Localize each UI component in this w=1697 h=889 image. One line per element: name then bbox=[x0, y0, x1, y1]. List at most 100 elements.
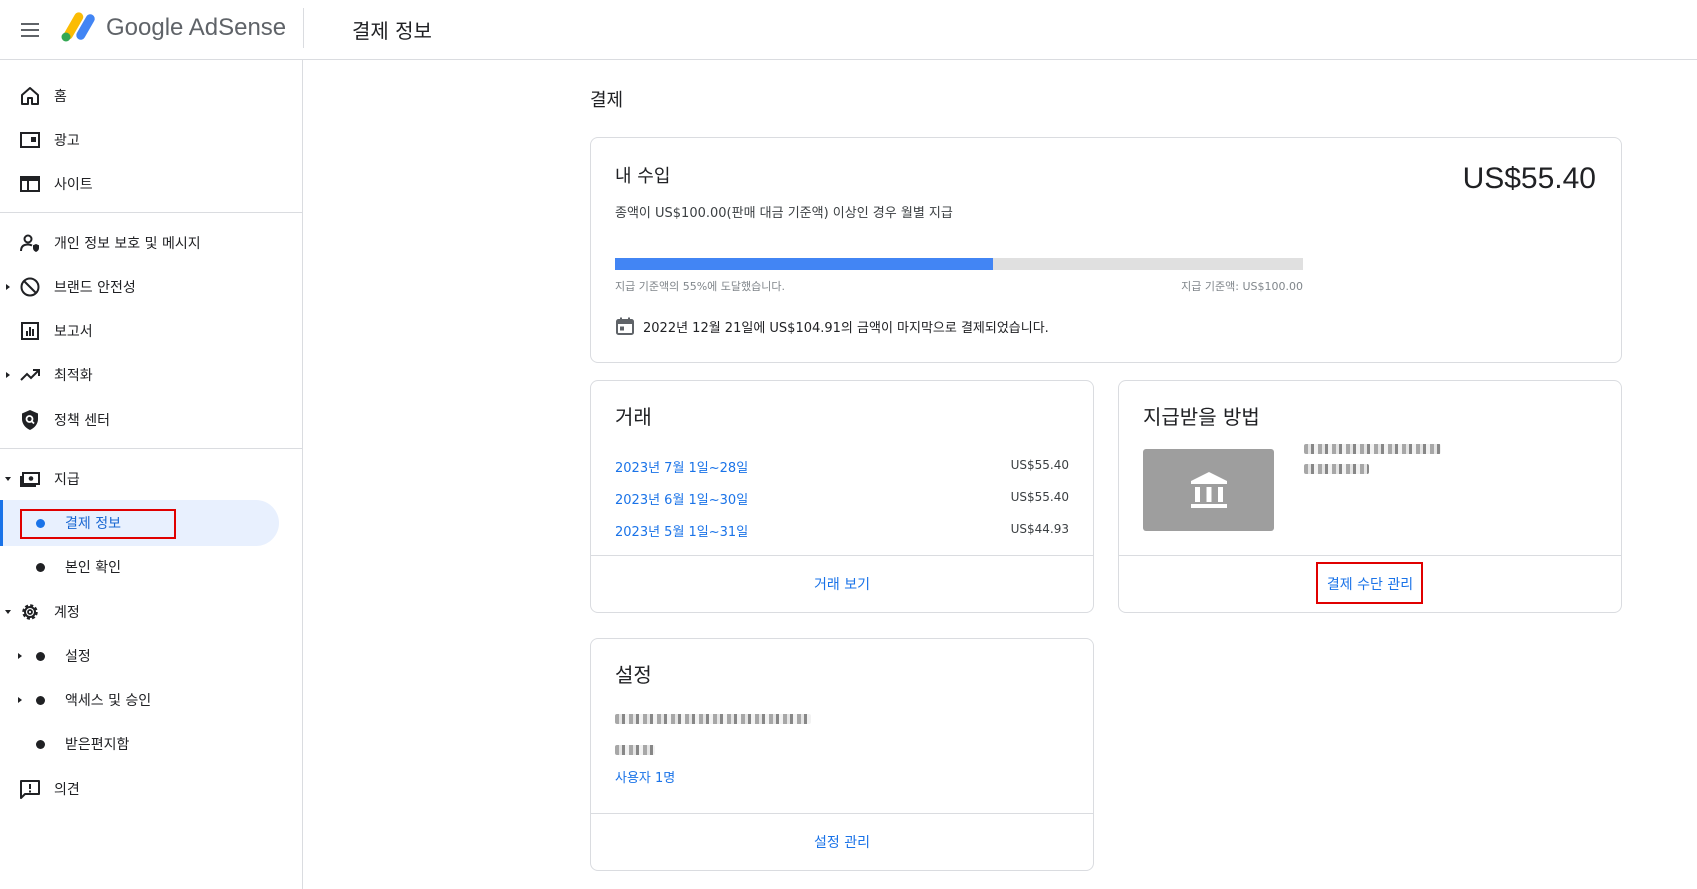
selected-indicator bbox=[0, 500, 3, 546]
gear-icon bbox=[18, 600, 42, 624]
sidebar-item-label: 사이트 bbox=[54, 177, 93, 193]
ads-icon bbox=[18, 128, 42, 152]
last-payment-text: 2022년 12월 21일에 US$104.91의 금액이 마지막으로 결제되었… bbox=[643, 320, 1049, 336]
sidebar-item-label: 개인 정보 보호 및 메시지 bbox=[54, 236, 201, 252]
sidebar-item-label: 홈 bbox=[54, 89, 67, 105]
users-link[interactable]: 사용자 1명 bbox=[615, 767, 675, 786]
sidebar-item-payments[interactable]: 지급 bbox=[0, 456, 303, 502]
sidebar-item-privacy-messaging[interactable]: 개인 정보 보호 및 메시지 bbox=[0, 220, 303, 266]
sidebar-item-label: 받은편지함 bbox=[65, 737, 130, 753]
sidebar-item-identity-verification[interactable]: 본인 확인 bbox=[0, 544, 303, 590]
transaction-amount: US$55.40 bbox=[1010, 490, 1069, 504]
sidebar-item-label: 설정 bbox=[65, 649, 91, 665]
transactions-title: 거래 bbox=[615, 405, 652, 429]
report-icon bbox=[18, 319, 42, 343]
home-icon bbox=[18, 84, 42, 108]
sidebar-item-payment-info[interactable]: 결제 정보 bbox=[0, 500, 303, 546]
sidebar-item-label: 계정 bbox=[54, 605, 80, 621]
caret-right-icon[interactable] bbox=[4, 281, 12, 293]
brand-name[interactable]: Google AdSense bbox=[106, 14, 286, 42]
earnings-card: 내 수입 US$55.40 종액이 US$100.00(판매 대금 기준액) 이… bbox=[590, 137, 1622, 363]
sidebar-item-reports[interactable]: 보고서 bbox=[0, 308, 303, 354]
redacted-account-info bbox=[615, 714, 811, 724]
caret-right-icon[interactable] bbox=[16, 694, 24, 706]
adsense-logo-icon bbox=[60, 12, 98, 42]
earnings-amount: US$55.40 bbox=[1462, 162, 1596, 195]
block-icon bbox=[18, 275, 42, 299]
section-title: 결제 bbox=[590, 90, 624, 111]
sidebar-item-label: 보고서 bbox=[54, 324, 93, 340]
sidebar: 홈 광고 사이트 개인 정보 보호 및 메시지 브랜드 안전성 보고서 최적화 … bbox=[0, 60, 303, 889]
sidebar-item-label: 의견 bbox=[54, 782, 80, 798]
payment-threshold-progress bbox=[615, 258, 1303, 270]
settings-title: 설정 bbox=[615, 663, 652, 687]
sidebar-item-label: 지급 bbox=[54, 472, 80, 488]
payment-method-title: 지급받을 방법 bbox=[1143, 405, 1260, 429]
transactions-footer: 거래 보기 bbox=[591, 555, 1093, 612]
transactions-card: 거래 2023년 7월 1일~28일 US$55.40 2023년 6월 1일~… bbox=[590, 380, 1094, 613]
bullet-icon bbox=[36, 740, 45, 749]
sidebar-item-label: 본인 확인 bbox=[65, 560, 121, 576]
trending-up-icon bbox=[18, 363, 42, 387]
sidebar-item-label: 광고 bbox=[54, 133, 80, 149]
sidebar-item-account[interactable]: 계정 bbox=[0, 589, 303, 635]
transaction-link[interactable]: 2023년 6월 1일~30일 bbox=[615, 489, 748, 508]
sidebar-item-label: 액세스 및 승인 bbox=[65, 693, 152, 709]
top-app-bar: Google AdSense 결제 정보 bbox=[0, 0, 1697, 60]
payments-icon bbox=[18, 467, 42, 491]
transaction-amount: US$55.40 bbox=[1010, 458, 1069, 472]
caret-down-icon[interactable] bbox=[4, 606, 12, 618]
transaction-link[interactable]: 2023년 5월 1일~31일 bbox=[615, 521, 748, 540]
bullet-icon bbox=[36, 696, 45, 705]
transaction-link[interactable]: 2023년 7월 1일~28일 bbox=[615, 457, 748, 476]
menu-icon[interactable] bbox=[14, 14, 46, 46]
bullet-icon bbox=[36, 519, 45, 528]
settings-card: 설정 사용자 1명 설정 관리 bbox=[590, 638, 1094, 871]
sidebar-item-ads[interactable]: 광고 bbox=[0, 117, 303, 163]
manage-settings-link[interactable]: 설정 관리 bbox=[814, 832, 870, 852]
sidebar-item-label: 최적화 bbox=[54, 368, 93, 384]
sidebar-item-home[interactable]: 홈 bbox=[0, 73, 303, 119]
last-payment-row: 2022년 12월 21일에 US$104.91의 금액이 마지막으로 결제되었… bbox=[615, 316, 1049, 336]
caret-right-icon[interactable] bbox=[16, 650, 24, 662]
sidebar-divider bbox=[0, 448, 303, 449]
sites-icon bbox=[18, 172, 42, 196]
payment-method-footer: 결제 수단 관리 bbox=[1119, 555, 1621, 612]
sidebar-item-access-authorization[interactable]: 액세스 및 승인 bbox=[0, 677, 303, 723]
redacted-account-number bbox=[1304, 464, 1369, 474]
earnings-title: 내 수입 bbox=[615, 166, 671, 187]
caret-down-icon[interactable] bbox=[4, 473, 12, 485]
policy-shield-icon bbox=[18, 408, 42, 432]
redacted-bank-name bbox=[1304, 444, 1441, 454]
sidebar-item-feedback[interactable]: 의견 bbox=[0, 766, 303, 812]
bank-tile bbox=[1143, 449, 1274, 531]
transaction-amount: US$44.93 bbox=[1010, 522, 1069, 536]
sidebar-item-settings[interactable]: 설정 bbox=[0, 633, 303, 679]
progress-right-label: 지급 기준액: US$100.00 bbox=[1181, 280, 1303, 293]
redacted-account-detail bbox=[615, 745, 655, 755]
sidebar-item-policy-center[interactable]: 정책 센터 bbox=[0, 397, 303, 443]
feedback-icon bbox=[18, 777, 42, 801]
sidebar-item-brand-safety[interactable]: 브랜드 안전성 bbox=[0, 264, 303, 310]
sidebar-item-sites[interactable]: 사이트 bbox=[0, 161, 303, 207]
bank-icon bbox=[1187, 468, 1231, 512]
earnings-subtitle: 종액이 US$100.00(판매 대금 기준액) 이상인 경우 월별 지급 bbox=[615, 206, 953, 221]
calendar-icon bbox=[615, 316, 635, 336]
progress-fill bbox=[615, 258, 994, 270]
sidebar-item-label: 결제 정보 bbox=[65, 516, 121, 532]
caret-right-icon[interactable] bbox=[4, 369, 12, 381]
settings-footer: 설정 관리 bbox=[591, 813, 1093, 870]
sidebar-divider bbox=[0, 212, 303, 213]
view-transactions-link[interactable]: 거래 보기 bbox=[814, 574, 870, 594]
sidebar-item-label: 브랜드 안전성 bbox=[54, 280, 136, 296]
page-title: 결제 정보 bbox=[352, 19, 432, 43]
sidebar-item-label: 정책 센터 bbox=[54, 413, 110, 429]
bullet-icon bbox=[36, 563, 45, 572]
bullet-icon bbox=[36, 652, 45, 661]
manage-payment-methods-link[interactable]: 결제 수단 관리 bbox=[1327, 574, 1413, 594]
privacy-icon bbox=[18, 231, 42, 255]
sidebar-item-optimization[interactable]: 최적화 bbox=[0, 352, 303, 398]
topbar-divider bbox=[303, 8, 304, 48]
sidebar-item-inbox[interactable]: 받은편지함 bbox=[0, 721, 303, 767]
payment-method-card: 지급받을 방법 결제 수단 관리 bbox=[1118, 380, 1622, 613]
